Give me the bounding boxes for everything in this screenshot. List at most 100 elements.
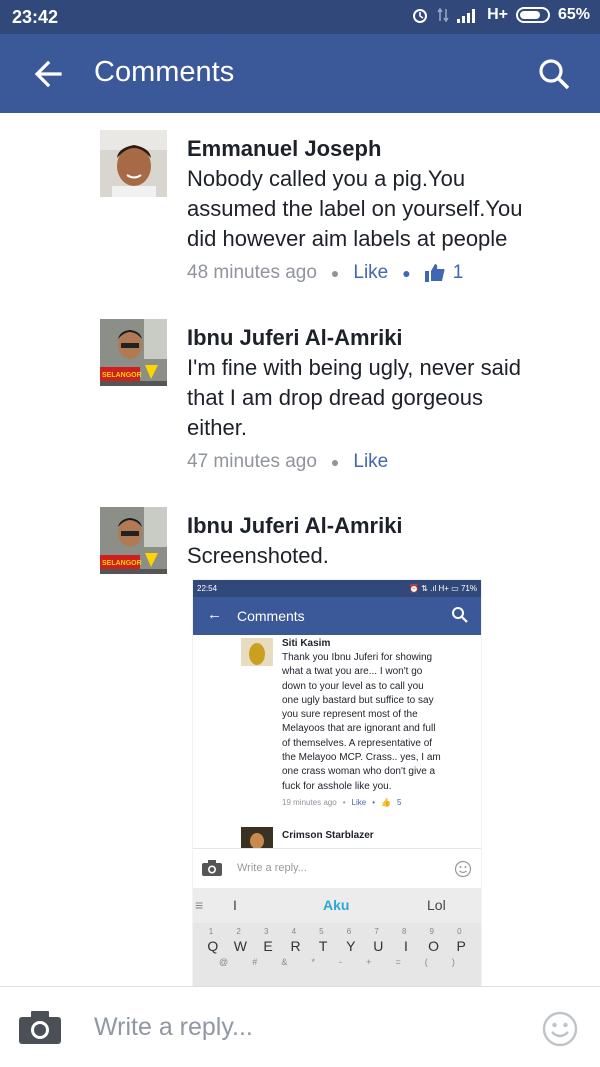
key: 4R — [290, 927, 301, 954]
status-icons: H+ 65% — [411, 6, 590, 24]
keyboard-menu-icon: ≡ — [195, 897, 204, 913]
embedded-text-line: of themselves. A representative of — [282, 737, 433, 749]
emoji-icon[interactable] — [542, 1011, 578, 1047]
like-count[interactable]: 1 — [424, 262, 464, 284]
embedded-avatar — [241, 638, 273, 666]
status-bar: 23:42 H+ 65% — [0, 0, 600, 34]
comment-meta: 47 minutes ago ● Like — [187, 451, 577, 473]
separator-dot: ● — [330, 454, 340, 470]
embedded-search-icon — [452, 607, 468, 623]
avatar[interactable] — [100, 130, 167, 197]
alarm-icon — [413, 9, 428, 23]
comment-text-line: either. — [187, 415, 247, 440]
embedded-like-button: Like — [351, 797, 367, 807]
embedded-text-line: one crass woman who don't give a — [282, 766, 436, 778]
symbol-hint: ( — [424, 957, 428, 967]
embedded-text-line: one ugly bastard but suffice to say — [282, 694, 434, 706]
avatar-badge-text: SELANGOR — [102, 560, 142, 567]
comment-text-line: I'm fine with being ugly, never said — [187, 355, 521, 380]
camera-icon[interactable] — [18, 1009, 62, 1045]
battery-icon — [515, 7, 550, 23]
embedded-comment: Crimson Starblazer — [282, 830, 477, 841]
symbol-hint: @ — [219, 957, 229, 967]
embedded-comment-text: Thank you Ibnu Juferi for showing what a… — [282, 651, 477, 794]
avatar[interactable]: SELANGOR — [100, 507, 167, 574]
embedded-comment-time: 19 minutes ago — [282, 797, 337, 807]
thumbs-up-icon — [424, 264, 445, 282]
key: 8I — [401, 927, 408, 954]
suggestion: Lol — [427, 897, 446, 913]
embedded-text-line: what a twat you are... I won't go — [282, 666, 423, 678]
page-title: Comments — [94, 56, 235, 88]
embedded-text-line: down to your level as to call you — [282, 680, 424, 692]
embedded-comment-author: Siti Kasim — [282, 638, 331, 649]
key: 9O — [428, 927, 439, 954]
comment-text-line: did however aim labels at people — [187, 226, 508, 251]
comment-text-line: Nobody called you a pig.You — [187, 166, 466, 191]
embedded-text-line: Thank you Ibnu Juferi for showing — [282, 652, 433, 663]
symbol-hint: ) — [451, 957, 455, 967]
embedded-smiley-icon — [454, 860, 472, 878]
embedded-text-line: Melayoos that are ignorant and full — [282, 723, 436, 735]
separator-dot: ● — [402, 265, 411, 281]
key: 0P — [456, 927, 466, 954]
key: 3E — [263, 927, 273, 954]
reply-input[interactable]: Write a reply... — [94, 1013, 253, 1042]
app-bar: Comments — [0, 34, 600, 113]
comment-author[interactable]: Emmanuel Joseph — [187, 134, 577, 164]
like-button[interactable]: Like — [353, 262, 388, 284]
reply-bar: Write a reply... — [0, 986, 600, 1067]
back-arrow-icon[interactable] — [30, 56, 66, 92]
key: 7U — [373, 927, 384, 954]
comment-text-line: Screenshoted. — [187, 543, 329, 568]
comment-meta: 48 minutes ago ● Like ● 1 — [187, 262, 577, 284]
embedded-comment-author: Crimson Starblazer — [282, 830, 374, 841]
embedded-status-icons: ⏰ ⇅ .ıl H+ ▭ 71% — [408, 584, 477, 593]
comment-text-line: that I am drop dread gorgeous — [187, 385, 483, 410]
embedded-thumbs-up-icon: 👍 — [381, 797, 391, 807]
key: 1Q — [207, 927, 219, 954]
comment-text-line: assumed the label on yourself.You — [187, 196, 523, 221]
embedded-status-bar: 22:54 ⏰ ⇅ .ıl H+ ▭ 71% — [193, 580, 481, 597]
comment-time: 47 minutes ago — [187, 451, 317, 472]
embedded-title: Comments — [237, 608, 305, 624]
keyboard-symbol-hints: @ # & * - + = ( ) — [193, 957, 481, 967]
separator-dot: • — [372, 797, 376, 807]
keyboard-suggestions: ≡ I Aku Lol — [193, 888, 481, 923]
symbol-hint: - — [339, 957, 343, 967]
network-type: H+ — [487, 6, 508, 23]
keyboard-row: 1Q 2W 3E 4R 5T 6Y 7U 8I 9O 0P — [193, 925, 481, 955]
embedded-network: H+ — [438, 584, 449, 593]
data-transfer-icon — [437, 7, 449, 23]
like-button[interactable]: Like — [353, 451, 388, 473]
symbol-hint: # — [252, 957, 258, 967]
key: 6Y — [346, 927, 356, 954]
embedded-text-line: you sure represent most of the — [282, 709, 418, 721]
embedded-reply-placeholder: Write a reply... — [237, 862, 307, 874]
separator-dot: ● — [330, 265, 340, 281]
symbol-hint: & — [281, 957, 288, 967]
embedded-camera-icon — [202, 860, 222, 876]
search-icon[interactable] — [536, 56, 572, 92]
key: 2W — [233, 927, 247, 954]
symbol-hint: + — [366, 957, 372, 967]
embedded-battery: 71% — [460, 584, 477, 593]
embedded-comment: Siti Kasim Thank you Ibnu Juferi for sho… — [282, 638, 477, 807]
comment-body: Ibnu Juferi Al-Amriki I'm fine with bein… — [187, 323, 577, 473]
attached-screenshot-image[interactable]: 22:54 ⏰ ⇅ .ıl H+ ▭ 71% ← Comments Siti K… — [193, 580, 481, 986]
embedded-status-time: 22:54 — [197, 584, 218, 593]
comment-author[interactable]: Ibnu Juferi Al-Amriki — [187, 511, 577, 541]
symbol-hint: * — [311, 957, 315, 967]
avatar[interactable]: SELANGOR — [100, 319, 167, 386]
key: 5T — [318, 927, 328, 954]
suggestion: Aku — [323, 897, 350, 913]
svg-text:SELANGOR: SELANGOR — [102, 372, 142, 379]
separator-dot: • — [342, 797, 346, 807]
like-count-value: 1 — [452, 262, 464, 283]
embedded-text-line: fuck for asshole like you. — [282, 780, 392, 792]
comment-author[interactable]: Ibnu Juferi Al-Amriki — [187, 323, 577, 353]
embedded-app-bar: ← Comments — [193, 597, 481, 635]
comment-body: Emmanuel Joseph Nobody called you a pig.… — [187, 134, 577, 284]
comment-time: 48 minutes ago — [187, 262, 317, 283]
embedded-text-line: the Melayoo MCP. Crass.. yes, I am — [282, 752, 441, 764]
